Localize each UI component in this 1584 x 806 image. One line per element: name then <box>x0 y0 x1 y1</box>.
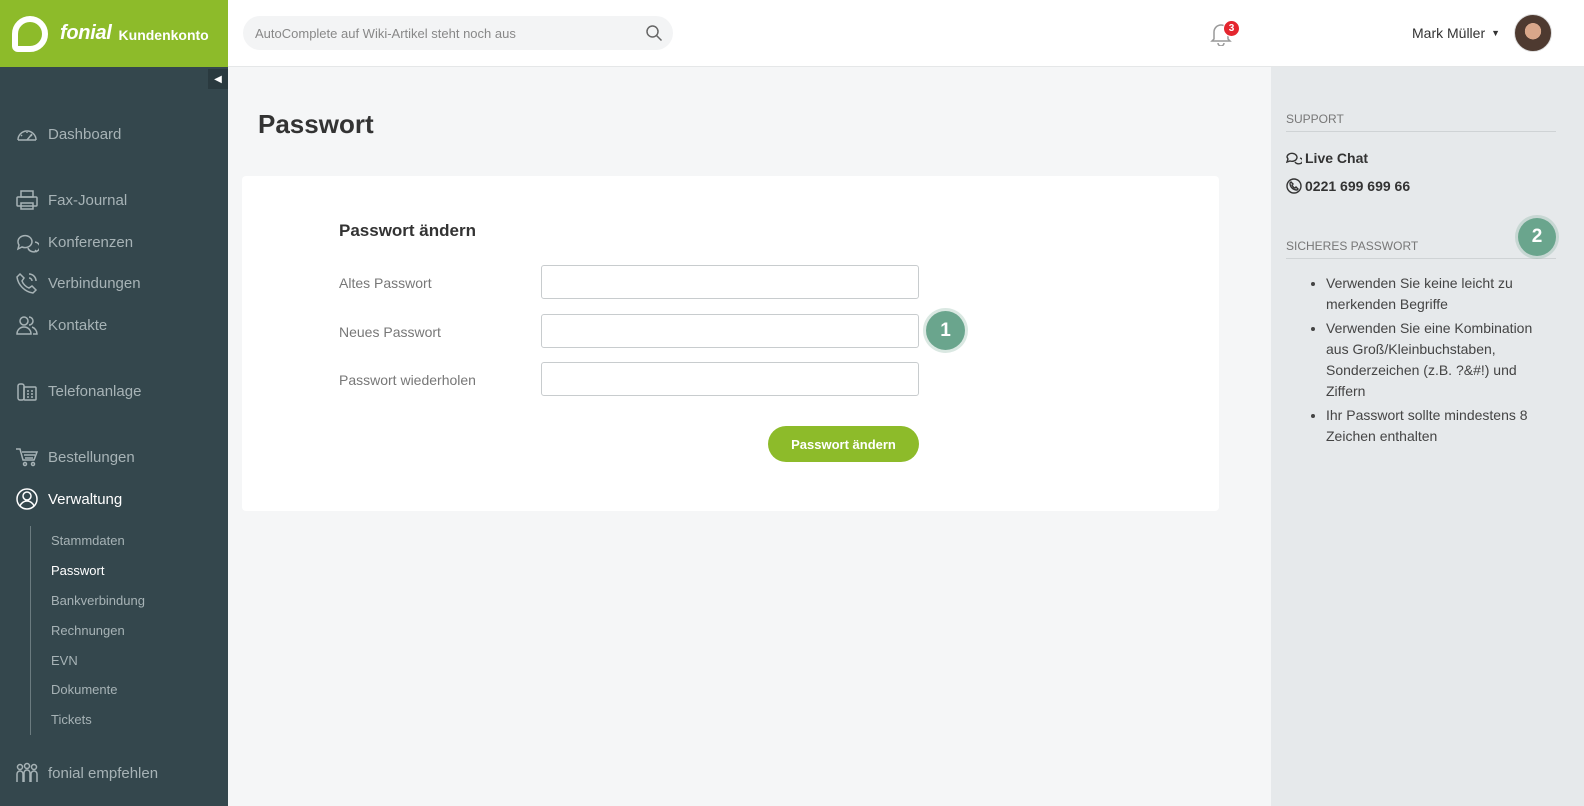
sidebar-collapse-button[interactable]: ◀ <box>208 69 228 89</box>
change-password-button[interactable]: Passwort ändern <box>768 426 919 462</box>
live-chat-link[interactable]: Live Chat <box>1286 150 1368 166</box>
repeat-password-field[interactable] <box>541 362 919 396</box>
list-item: Ihr Passwort sollte mindestens 8 Zeichen… <box>1326 405 1541 447</box>
brand-subtitle: Kundenkonto <box>118 27 209 43</box>
sidebar: fonial Kundenkonto ◀ Dashboard Fax-Journ… <box>0 0 228 806</box>
list-item: Verwenden Sie keine leicht zu merkenden … <box>1326 273 1541 315</box>
old-password-field[interactable] <box>541 265 919 299</box>
phone-icon <box>14 272 40 294</box>
user-circle-icon <box>14 488 40 510</box>
sidebar-item-label: Verwaltung <box>48 490 123 508</box>
sidebar-item-bestellungen[interactable]: Bestellungen <box>0 442 228 472</box>
sidebar-item-label: fonial empfehlen <box>48 764 159 782</box>
live-chat-label: Live Chat <box>1305 150 1369 166</box>
repeat-password-label: Passwort wiederholen <box>339 372 476 388</box>
sidebar-item-fax-journal[interactable]: Fax-Journal <box>0 185 228 215</box>
subnav-item-bankverbindung[interactable]: Bankverbindung <box>31 586 228 616</box>
caret-down-icon: ▼ <box>1491 28 1501 38</box>
password-card: Passwort ändern Altes Passwort Neues Pas… <box>242 176 1219 511</box>
user-name: Mark Müller <box>1412 25 1486 41</box>
sidebar-item-kontakte[interactable]: Kontakte <box>0 310 228 340</box>
support-panel: SUPPORT Live Chat 0221 699 699 66 SICHER… <box>1271 67 1584 806</box>
new-password-label: Neues Passwort <box>339 324 441 340</box>
page-title: Passwort <box>258 109 374 139</box>
sidebar-item-label: Dashboard <box>48 125 122 143</box>
user-menu[interactable]: Mark Müller ▼ <box>1412 25 1500 41</box>
subnav-item-tickets[interactable]: Tickets <box>31 705 228 735</box>
brand-name: fonial <box>60 22 112 44</box>
sidebar-item-label: Fax-Journal <box>48 191 128 209</box>
sidebar-item-label: Bestellungen <box>48 448 135 466</box>
secure-password-heading: SICHERES PASSWORT <box>1286 239 1556 259</box>
step-marker-2: 2 <box>1518 218 1556 256</box>
brand-logo[interactable]: fonial Kundenkonto <box>0 0 228 67</box>
old-password-label: Altes Passwort <box>339 275 432 291</box>
sidebar-item-konferenzen[interactable]: Konferenzen <box>0 227 228 257</box>
chat-bubbles-icon <box>1286 152 1302 165</box>
subnav-item-passwort[interactable]: Passwort <box>31 556 228 586</box>
search-input[interactable] <box>255 25 635 41</box>
chat-bubbles-icon <box>14 231 40 253</box>
top-header: 3 Mark Müller ▼ <box>228 0 1584 67</box>
notification-badge: 3 <box>1223 20 1240 37</box>
sidebar-item-fonial-empfehlen[interactable]: fonial empfehlen <box>0 758 228 788</box>
sidebar-item-label: Konferenzen <box>48 233 134 251</box>
fonial-logo-icon <box>12 15 48 52</box>
support-phone[interactable]: 0221 699 699 66 <box>1286 178 1410 194</box>
sidebar-item-telefonanlage[interactable]: Telefonanlage <box>0 376 228 406</box>
support-heading: SUPPORT <box>1286 112 1556 132</box>
contacts-icon <box>14 314 40 336</box>
subnav-item-stammdaten[interactable]: Stammdaten <box>31 526 228 556</box>
printer-icon <box>14 189 40 211</box>
avatar[interactable] <box>1514 14 1552 52</box>
sidebar-item-label: Kontakte <box>48 316 108 334</box>
list-item: Verwenden Sie eine Kombination aus Groß/… <box>1326 318 1541 402</box>
step-marker-1: 1 <box>926 311 965 350</box>
sidebar-item-verbindungen[interactable]: Verbindungen <box>0 268 228 298</box>
people-icon <box>14 762 40 784</box>
gauge-icon <box>14 123 40 145</box>
card-title: Passwort ändern <box>339 221 476 240</box>
phone-circle-icon <box>1286 178 1302 194</box>
cart-icon <box>14 446 40 468</box>
desk-phone-icon <box>14 380 40 402</box>
subnav-item-rechnungen[interactable]: Rechnungen <box>31 615 228 645</box>
support-phone-number: 0221 699 699 66 <box>1305 178 1411 194</box>
subnav-item-evn[interactable]: EVN <box>31 645 228 675</box>
subnav-item-dokumente[interactable]: Dokumente <box>31 675 228 705</box>
sidebar-item-verwaltung[interactable]: Verwaltung <box>0 484 228 514</box>
password-tips-list: Verwenden Sie keine leicht zu merkenden … <box>1326 273 1541 450</box>
sidebar-item-label: Verbindungen <box>48 274 141 292</box>
new-password-field[interactable] <box>541 314 919 348</box>
verwaltung-subnav: Stammdaten Passwort Bankverbindung Rechn… <box>30 526 228 735</box>
sidebar-item-label: Telefonanlage <box>48 382 142 400</box>
search-bar <box>243 16 673 50</box>
sidebar-item-dashboard[interactable]: Dashboard <box>0 119 228 149</box>
search-icon[interactable] <box>645 24 663 42</box>
